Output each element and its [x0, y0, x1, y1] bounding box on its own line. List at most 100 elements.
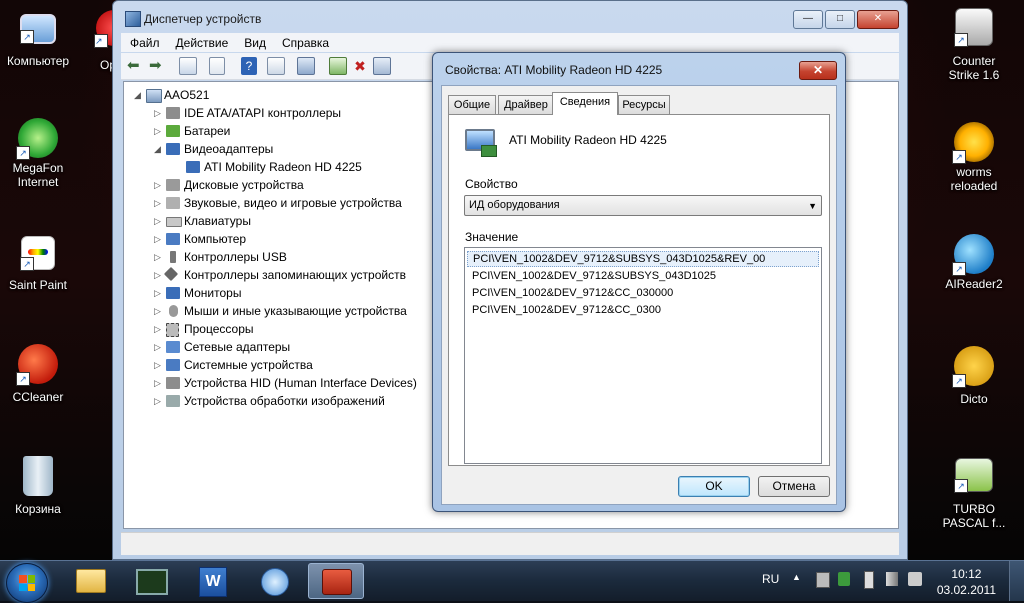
chevron-down-icon: ▼ [808, 201, 817, 211]
desktop-icon-aireader[interactable]: ↗ AIReader2 [934, 234, 1014, 291]
expand-icon[interactable]: ▷ [154, 217, 162, 226]
shortcut-arrow-icon: ↗ [20, 30, 34, 44]
scan-hardware-icon[interactable] [297, 57, 315, 75]
processor-icon [166, 323, 179, 337]
shortcut-arrow-icon: ↗ [16, 372, 30, 386]
disable-device-icon[interactable]: ✖ [351, 57, 369, 75]
device-manager-icon [125, 11, 141, 27]
update-driver-icon[interactable] [329, 57, 347, 75]
show-desktop-button[interactable] [1009, 561, 1024, 601]
expand-icon[interactable]: ▷ [154, 253, 162, 262]
ok-button[interactable]: OK [678, 476, 750, 497]
maximize-button[interactable]: □ [825, 10, 855, 29]
desktop-icon-recycle-bin[interactable]: Корзина [0, 456, 78, 516]
tab-details[interactable]: Сведения [552, 92, 618, 115]
close-button[interactable]: ✕ [857, 10, 899, 29]
desktop-icon-ccleaner[interactable]: ↗ CCleaner [0, 344, 78, 404]
status-bar [121, 532, 899, 555]
language-indicator[interactable]: RU [762, 572, 779, 586]
network-adapter-icon [166, 341, 180, 353]
taskbar-media[interactable] [246, 563, 302, 599]
desktop-icon-counter-strike[interactable]: ↗ Counter Strike 1.6 [934, 8, 1014, 82]
display-adapter-icon [186, 161, 200, 173]
shortcut-arrow-icon: ↗ [952, 262, 966, 276]
desktop-icon-turbo-pascal[interactable]: ↗ TURBO PASCAL f... [934, 458, 1014, 530]
imaging-device-icon [166, 395, 180, 407]
expand-icon[interactable]: ▷ [154, 127, 162, 136]
clock[interactable]: 10:12 03.02.2011 [937, 566, 996, 598]
expand-icon[interactable]: ▷ [154, 271, 162, 280]
property-dropdown[interactable]: ИД оборудования ▼ [464, 195, 822, 216]
desktop-icon-label: CCleaner [12, 390, 64, 404]
desktop-icon-label: TURBO PASCAL f... [942, 502, 1006, 530]
menu-help[interactable]: Справка [282, 36, 329, 50]
aireader-icon: ↗ [952, 234, 994, 276]
forward-icon[interactable]: ➡ [149, 57, 167, 75]
desktop-icon-dicto[interactable]: ↗ Dicto [934, 346, 1014, 406]
clock-time: 10:12 [951, 567, 982, 581]
media-icon [261, 568, 289, 596]
list-item[interactable]: PCI\VEN_1002&DEV_9712&SUBSYS_043D1025&RE… [467, 251, 819, 267]
expand-icon[interactable]: ▷ [154, 109, 162, 118]
desktop-icon-worms[interactable]: ↗ worms reloaded [934, 122, 1014, 193]
dialog-close-button[interactable]: ✕ [799, 61, 837, 80]
computer-icon [146, 89, 162, 103]
desktop-icon-megafon[interactable]: ↗ MegaFon Internet [0, 118, 78, 189]
tab-resources[interactable]: Ресурсы [618, 95, 670, 114]
expand-icon[interactable]: ▷ [154, 325, 162, 334]
window-titlebar[interactable]: Диспетчер устройств — □ ✕ [113, 1, 907, 33]
minimize-button[interactable]: — [793, 10, 823, 29]
uninstall-device-icon[interactable] [373, 57, 391, 75]
tab-driver[interactable]: Драйвер [498, 95, 554, 114]
keyboard-icon [166, 217, 182, 227]
help-icon[interactable]: ? [241, 57, 257, 75]
expand-icon[interactable]: ▷ [154, 343, 162, 352]
show-hidden-icons-icon[interactable]: ▲ [792, 572, 801, 582]
console-tree-icon[interactable] [179, 57, 197, 75]
clock-date: 03.02.2011 [936, 583, 996, 597]
worms-icon: ↗ [952, 122, 994, 164]
expand-icon[interactable]: ▷ [154, 361, 162, 370]
properties-icon[interactable] [209, 57, 225, 75]
expand-icon[interactable]: ▷ [154, 181, 162, 190]
usb-icon [170, 251, 176, 263]
expand-icon[interactable]: ▷ [154, 199, 162, 208]
security-check-icon[interactable] [838, 572, 850, 586]
taskbar-device-manager[interactable] [308, 563, 364, 599]
network-status-icon[interactable] [816, 572, 830, 588]
expand-icon[interactable]: ▷ [154, 307, 162, 316]
desktop-icon-computer[interactable]: ↗ Компьютер [0, 10, 78, 68]
menu-view[interactable]: Вид [244, 36, 266, 50]
expand-icon[interactable]: ▷ [154, 235, 162, 244]
list-item[interactable]: PCI\VEN_1002&DEV_9712&SUBSYS_043D1025 [467, 268, 819, 284]
tab-general[interactable]: Общие [448, 95, 496, 114]
taskbar-word[interactable]: W [184, 563, 240, 599]
battery-tray-icon[interactable] [864, 571, 874, 589]
menu-action[interactable]: Действие [176, 36, 229, 50]
collapse-icon[interactable]: ◢ [134, 91, 142, 100]
cancel-button[interactable]: Отмена [758, 476, 830, 497]
value-list[interactable]: PCI\VEN_1002&DEV_9712&SUBSYS_043D1025&RE… [464, 247, 822, 464]
list-item[interactable]: PCI\VEN_1002&DEV_9712&CC_030000 [467, 285, 819, 301]
expand-icon[interactable]: ▷ [154, 397, 162, 406]
back-icon[interactable]: ⬅ [127, 57, 145, 75]
expand-icon[interactable]: ▷ [154, 289, 162, 298]
start-button[interactable] [6, 563, 48, 603]
taskbar-explorer[interactable] [62, 563, 118, 599]
display-adapter-icon [166, 143, 180, 155]
wireless-icon[interactable] [886, 572, 898, 586]
expand-icon[interactable]: ▷ [154, 379, 162, 388]
volume-icon[interactable] [908, 572, 922, 586]
computer-icon: ↗ [20, 14, 56, 44]
device-name: ATI Mobility Radeon HD 4225 [509, 133, 667, 147]
view-icon[interactable] [267, 57, 285, 75]
menu-file[interactable]: Файл [130, 36, 160, 50]
shortcut-arrow-icon: ↗ [94, 34, 108, 48]
collapse-icon[interactable]: ◢ [154, 145, 162, 154]
desktop-icon-saint-paint[interactable]: ↗ Saint Paint [0, 236, 78, 292]
desktop-icon-label: Saint Paint [8, 278, 68, 292]
desktop-icon-label: Counter Strike 1.6 [948, 54, 1000, 82]
list-item[interactable]: PCI\VEN_1002&DEV_9712&CC_0300 [467, 302, 819, 318]
taskbar-device-monitor[interactable] [122, 563, 178, 599]
caption-buttons: — □ ✕ [791, 10, 899, 29]
